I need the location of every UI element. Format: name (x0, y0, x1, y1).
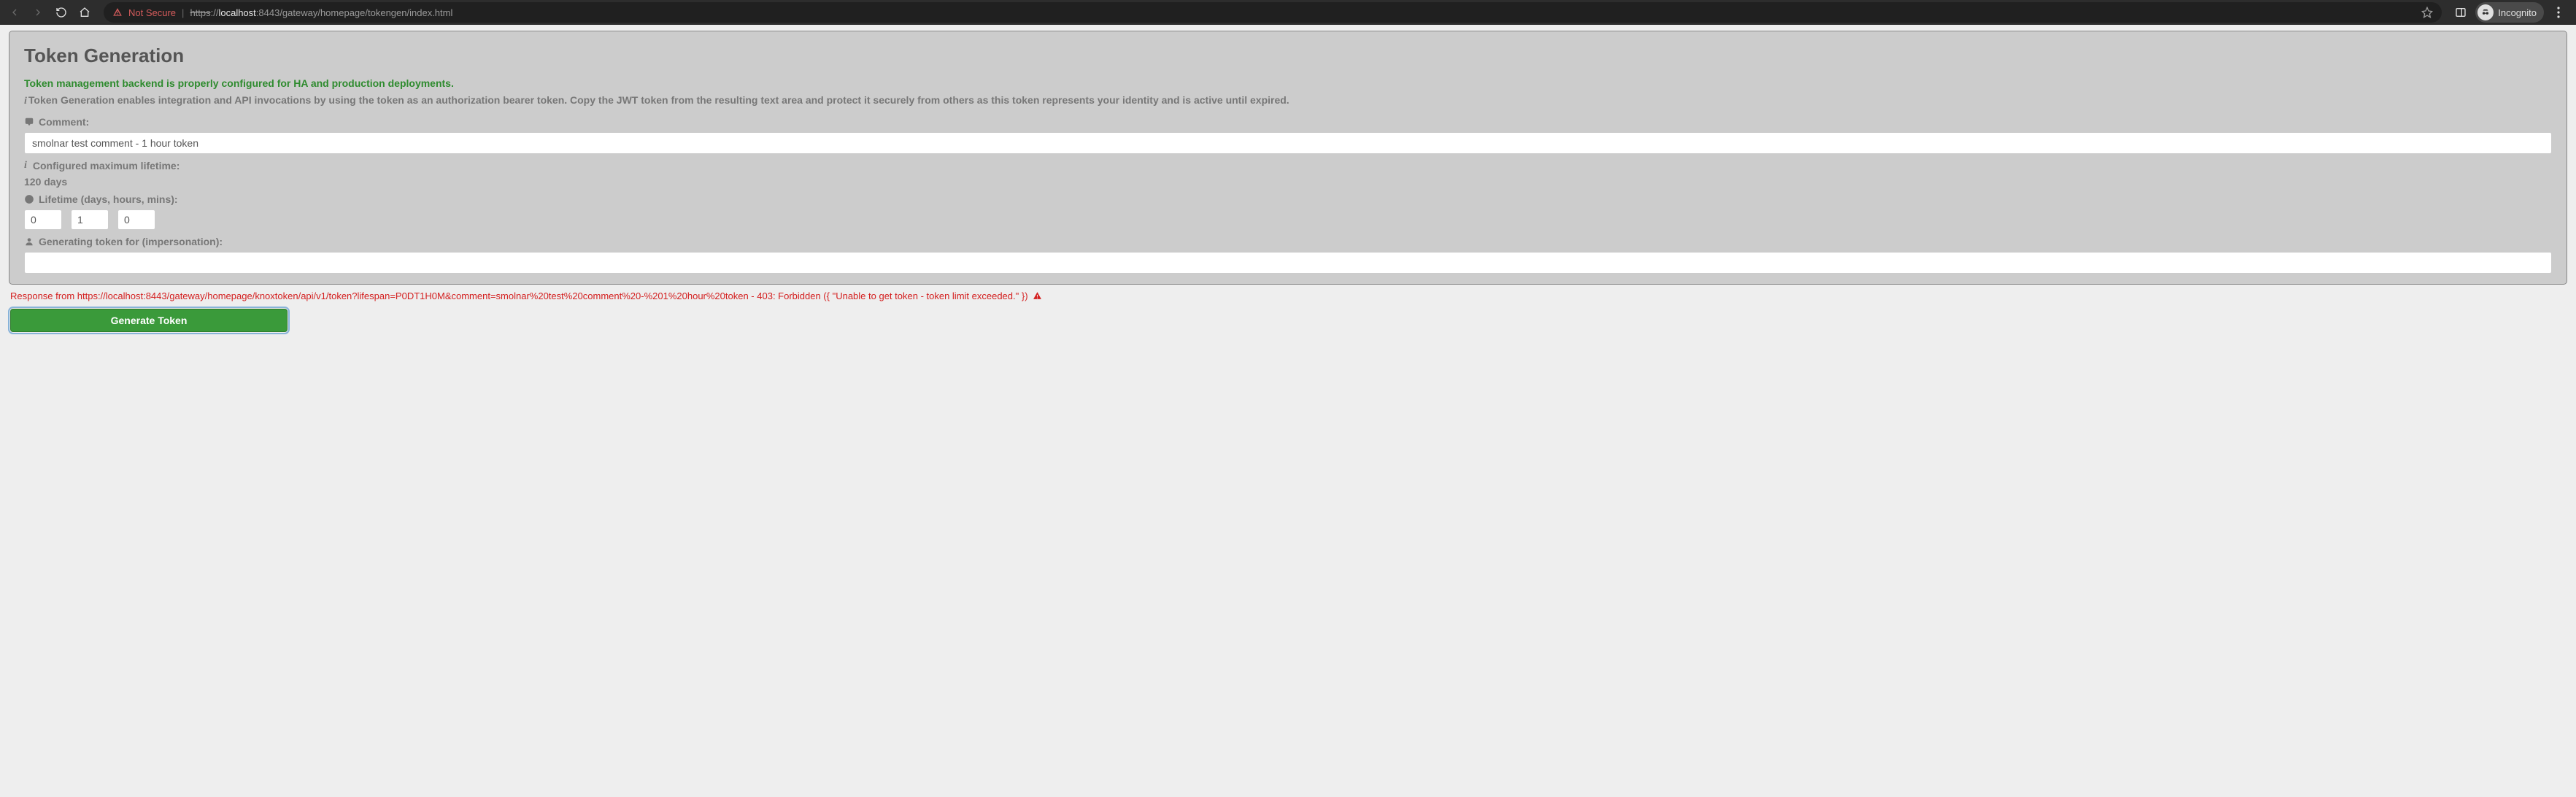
incognito-badge[interactable]: Incognito (2475, 2, 2544, 23)
impersonation-input[interactable] (24, 252, 2552, 274)
impersonation-label: Generating token for (impersonation): (24, 236, 2552, 247)
comment-label: Comment: (24, 116, 2552, 128)
lifetime-hours-input[interactable] (71, 209, 109, 230)
error-message: Response from https://localhost:8443/gat… (10, 290, 2567, 301)
home-button[interactable] (74, 2, 95, 23)
warning-icon (1033, 291, 1042, 301)
info-icon: i (24, 160, 27, 172)
incognito-icon (2477, 4, 2494, 20)
back-button[interactable] (4, 2, 25, 23)
comment-icon (24, 117, 34, 127)
url-text: https://localhost:8443/gateway/homepage/… (190, 7, 452, 18)
address-bar[interactable]: Not Secure | https://localhost:8443/gate… (104, 2, 2442, 23)
page-title: Token Generation (24, 45, 2552, 67)
browser-toolbar: Not Secure | https://localhost:8443/gate… (0, 0, 2576, 25)
max-lifetime-label: iConfigured maximum lifetime: (24, 160, 2552, 172)
lifetime-mins-input[interactable] (117, 209, 155, 230)
url-separator: | (182, 7, 184, 18)
browser-menu-button[interactable] (2548, 7, 2569, 18)
lifetime-days-input[interactable] (24, 209, 62, 230)
backend-status-message: Token management backend is properly con… (24, 77, 2552, 89)
token-generation-panel: Token Generation Token management backen… (9, 31, 2567, 285)
reload-button[interactable] (51, 2, 72, 23)
lifetime-label: Lifetime (days, hours, mins): (24, 193, 2552, 205)
user-icon (24, 236, 34, 247)
not-secure-label: Not Secure (128, 7, 176, 18)
generate-token-button[interactable]: Generate Token (10, 309, 288, 332)
forward-button[interactable] (28, 2, 48, 23)
incognito-label: Incognito (2498, 7, 2537, 18)
clock-icon (24, 194, 34, 204)
not-secure-icon (112, 7, 123, 18)
max-lifetime-value: 120 days (24, 176, 2552, 188)
info-text: iToken Generation enables integration an… (24, 93, 2552, 109)
side-panel-icon[interactable] (2450, 2, 2471, 23)
comment-input[interactable] (24, 132, 2552, 154)
info-icon: i (24, 96, 27, 107)
bookmark-star-icon[interactable] (2421, 7, 2433, 18)
